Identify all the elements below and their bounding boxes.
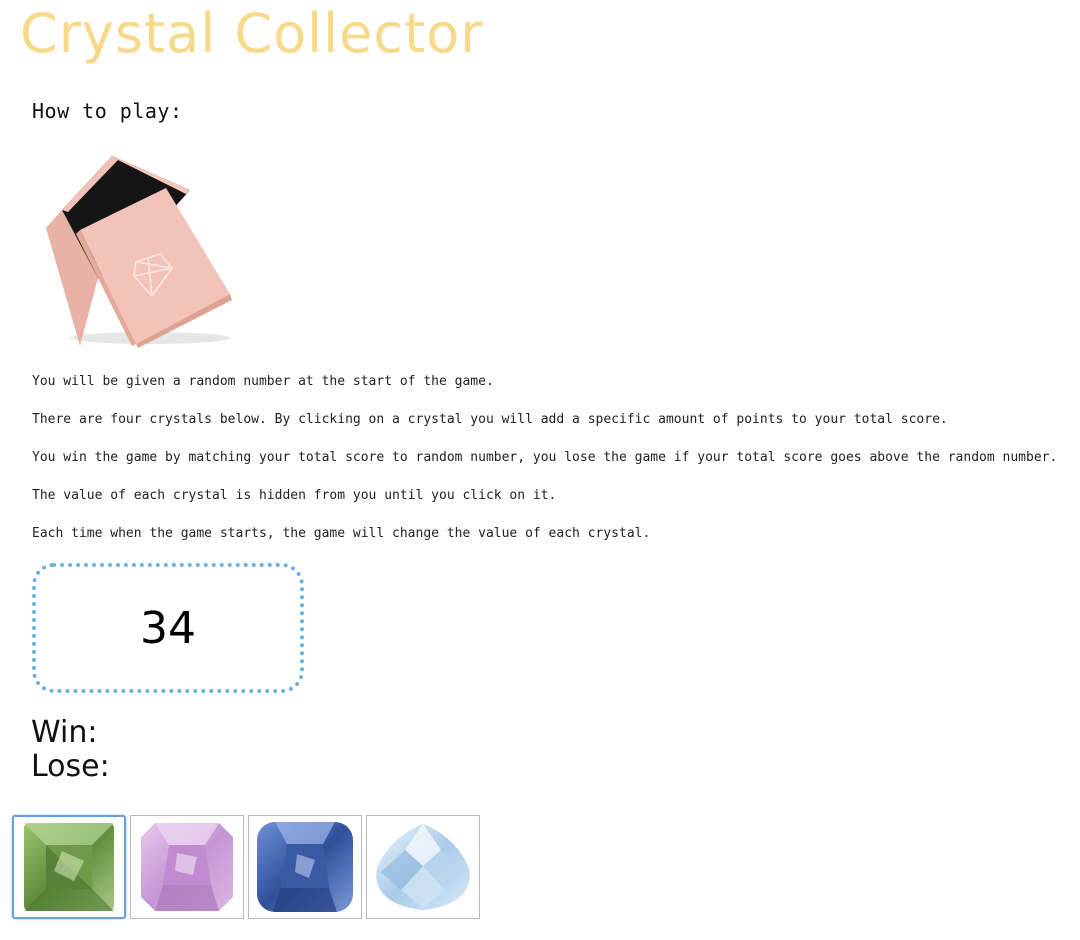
instruction-5: Each time when the game starts, the game…: [32, 526, 651, 541]
green-crystal-icon: [24, 823, 114, 911]
white-crystal-button[interactable]: [366, 815, 480, 919]
win-label: Win:: [31, 715, 98, 750]
score-stats: Win: Lose:: [31, 716, 110, 784]
gift-box-image: [40, 150, 240, 350]
instruction-2: There are four crystals below. By clicki…: [32, 412, 948, 427]
crystal-buttons: [12, 815, 480, 919]
blue-crystal-button[interactable]: [248, 815, 362, 919]
how-to-play-heading: How to play:: [32, 99, 183, 123]
instruction-1: You will be given a random number at the…: [32, 374, 494, 389]
instructions: You will be given a random number at the…: [32, 374, 1080, 564]
instruction-4: The value of each crystal is hidden from…: [32, 488, 557, 503]
target-number: 34: [140, 602, 196, 654]
page-title: Crystal Collector: [20, 2, 484, 65]
lose-row: Lose:: [31, 750, 110, 784]
pink-crystal-button[interactable]: [130, 815, 244, 919]
gift-box-icon: [46, 156, 232, 348]
win-row: Win:: [31, 716, 110, 750]
white-crystal-icon: [376, 824, 470, 910]
pink-crystal-icon: [141, 823, 233, 911]
instruction-3: You win the game by matching your total …: [32, 450, 1058, 465]
green-crystal-button[interactable]: [12, 815, 126, 919]
lose-label: Lose:: [31, 749, 110, 784]
blue-crystal-icon: [257, 822, 353, 912]
target-number-box: 34: [32, 563, 304, 693]
